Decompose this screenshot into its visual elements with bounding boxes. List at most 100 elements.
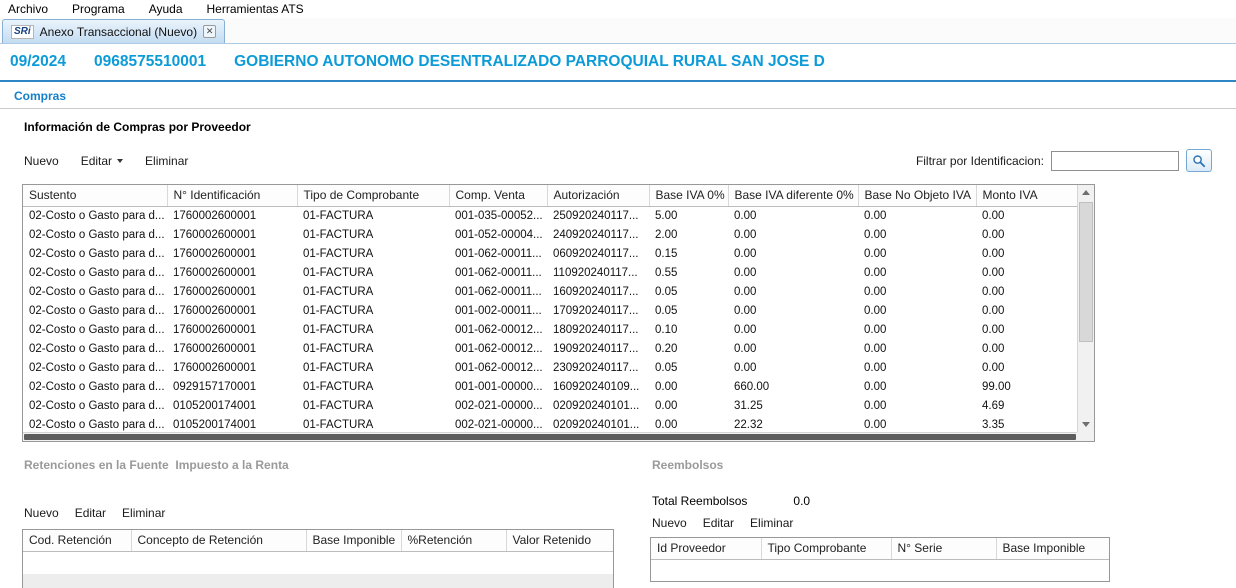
- column-header[interactable]: Sustento: [23, 185, 167, 206]
- table-cell: 1760002600001: [167, 339, 297, 358]
- column-header[interactable]: Comp. Venta: [449, 185, 547, 206]
- column-header[interactable]: Base Imponible: [996, 538, 1109, 559]
- table-header-row: Cod. RetenciónConcepto de RetenciónBase …: [23, 530, 613, 551]
- table-row[interactable]: 02-Costo o Gasto para d...17600026000010…: [23, 225, 1078, 244]
- table-cell: 001-062-00012...: [449, 358, 547, 377]
- editar-button[interactable]: Editar: [81, 154, 123, 168]
- menu-herramientas-ats[interactable]: Herramientas ATS: [207, 2, 304, 16]
- table-cell: 02-Costo o Gasto para d...: [23, 396, 167, 415]
- vertical-scrollbar-thumb[interactable]: [1079, 202, 1093, 342]
- table-cell: 160920240117...: [547, 282, 649, 301]
- table-cell: 0.00: [858, 244, 976, 263]
- menu-archivo[interactable]: Archivo: [8, 2, 48, 16]
- table-cell: 0.00: [976, 263, 1078, 282]
- entity-name-label: GOBIERNO AUTONOMO DESENTRALIZADO PARROQU…: [234, 53, 825, 71]
- table-row[interactable]: 02-Costo o Gasto para d...17600026000010…: [23, 282, 1078, 301]
- retenciones-panel: Retenciones en la Fuente Impuesto a la R…: [22, 458, 614, 588]
- column-header[interactable]: Monto IVA: [976, 185, 1078, 206]
- table-cell: 01-FACTURA: [297, 225, 449, 244]
- table-cell: 02-Costo o Gasto para d...: [23, 225, 167, 244]
- column-header[interactable]: N° Identificación: [167, 185, 297, 206]
- table-cell: 001-062-00011...: [449, 263, 547, 282]
- table-row[interactable]: 02-Costo o Gasto para d...17600026000010…: [23, 244, 1078, 263]
- table-cell: 0.00: [728, 263, 858, 282]
- horizontal-scrollbar-thumb[interactable]: [24, 434, 1076, 440]
- table-row[interactable]: 02-Costo o Gasto para d...01052001740010…: [23, 396, 1078, 415]
- nuevo-button[interactable]: Nuevo: [24, 154, 59, 168]
- menu-programa[interactable]: Programa: [72, 2, 125, 16]
- table-row[interactable]: 02-Costo o Gasto para d...17600026000010…: [23, 206, 1078, 225]
- table-cell: 001-001-00000...: [449, 377, 547, 396]
- table-cell: 250920240117...: [547, 206, 649, 225]
- column-header[interactable]: Base IVA 0%: [649, 185, 728, 206]
- table-cell: 0.00: [728, 206, 858, 225]
- menu-ayuda[interactable]: Ayuda: [149, 2, 183, 16]
- column-header[interactable]: Tipo Comprobante: [761, 538, 891, 559]
- scrollbar-corner: [1077, 432, 1094, 441]
- column-header[interactable]: Tipo de Comprobante: [297, 185, 449, 206]
- table-cell: 002-021-00000...: [449, 396, 547, 415]
- table-cell: 0.00: [728, 320, 858, 339]
- table-cell: 0.00: [858, 206, 976, 225]
- menu-bar: Archivo Programa Ayuda Herramientas ATS: [0, 0, 1236, 18]
- table-cell: 1760002600001: [167, 320, 297, 339]
- bottom-panels: Retenciones en la Fuente Impuesto a la R…: [0, 458, 1236, 588]
- tab-anexo-transaccional[interactable]: SRi Anexo Transaccional (Nuevo) ✕: [2, 19, 225, 43]
- column-header[interactable]: Base IVA diferente 0%: [728, 185, 858, 206]
- column-header[interactable]: Base Imponible: [306, 530, 401, 551]
- column-header[interactable]: Id Proveedor: [651, 538, 761, 559]
- reembolsos-nuevo-button[interactable]: Nuevo: [652, 516, 687, 530]
- table-cell: 0.00: [649, 377, 728, 396]
- search-icon: [1192, 154, 1206, 168]
- table-cell: 0.00: [976, 225, 1078, 244]
- column-header[interactable]: Base No Objeto IVA: [858, 185, 976, 206]
- table-row[interactable]: 02-Costo o Gasto para d...17600026000010…: [23, 320, 1078, 339]
- table-cell: 0.00: [858, 301, 976, 320]
- column-header[interactable]: N° Serie: [891, 538, 996, 559]
- table-cell: 0.00: [976, 282, 1078, 301]
- reembolsos-editar-button[interactable]: Editar: [703, 516, 734, 530]
- column-header[interactable]: Valor Retenido: [506, 530, 613, 551]
- dropdown-caret-icon[interactable]: [117, 159, 123, 163]
- table-cell: 0.00: [976, 339, 1078, 358]
- sri-logo-icon: SRi: [11, 25, 34, 39]
- table-cell: 01-FACTURA: [297, 396, 449, 415]
- column-header[interactable]: %Retención: [401, 530, 506, 551]
- table-row[interactable]: 02-Costo o Gasto para d...17600026000010…: [23, 358, 1078, 377]
- table-row[interactable]: 02-Costo o Gasto para d...09291571700010…: [23, 377, 1078, 396]
- filter-input[interactable]: [1051, 151, 1179, 171]
- reembolsos-panel: Reembolsos Total Reembolsos 0.0 Nuevo Ed…: [650, 458, 1110, 582]
- scroll-up-icon[interactable]: [1078, 185, 1094, 200]
- tab-close-icon[interactable]: ✕: [203, 25, 216, 38]
- table-cell: 1760002600001: [167, 225, 297, 244]
- table-cell: 0.10: [649, 320, 728, 339]
- table-cell: 110920240117...: [547, 263, 649, 282]
- table-row[interactable]: 02-Costo o Gasto para d...17600026000010…: [23, 263, 1078, 282]
- table-cell: 0.00: [649, 396, 728, 415]
- eliminar-button[interactable]: Eliminar: [145, 154, 188, 168]
- column-header[interactable]: Cod. Retención: [23, 530, 131, 551]
- table-cell: 0.05: [649, 282, 728, 301]
- table-cell: 01-FACTURA: [297, 377, 449, 396]
- retenciones-editar-button[interactable]: Editar: [75, 506, 106, 520]
- table-cell: 1760002600001: [167, 301, 297, 320]
- reembolsos-toolbar: Nuevo Editar Eliminar: [650, 516, 1110, 530]
- column-header[interactable]: Concepto de Retención: [131, 530, 306, 551]
- table-row[interactable]: 02-Costo o Gasto para d...17600026000010…: [23, 339, 1078, 358]
- total-reembolsos-row: Total Reembolsos 0.0: [650, 494, 1110, 508]
- vertical-scrollbar[interactable]: [1077, 185, 1094, 432]
- horizontal-scrollbar[interactable]: [23, 432, 1077, 441]
- table-row[interactable]: 02-Costo o Gasto para d...17600026000010…: [23, 301, 1078, 320]
- table-cell: 0.00: [976, 358, 1078, 377]
- table-cell: 01-FACTURA: [297, 206, 449, 225]
- table-cell: 001-035-00052...: [449, 206, 547, 225]
- retenciones-eliminar-button[interactable]: Eliminar: [122, 506, 165, 520]
- retenciones-nuevo-button[interactable]: Nuevo: [24, 506, 59, 520]
- reembolsos-eliminar-button[interactable]: Eliminar: [750, 516, 793, 530]
- scroll-down-icon[interactable]: [1078, 417, 1094, 432]
- table-cell: 0.00: [728, 301, 858, 320]
- section-compras-label: Compras: [0, 82, 1236, 109]
- search-button[interactable]: [1186, 149, 1212, 172]
- table-cell: 180920240117...: [547, 320, 649, 339]
- column-header[interactable]: Autorización: [547, 185, 649, 206]
